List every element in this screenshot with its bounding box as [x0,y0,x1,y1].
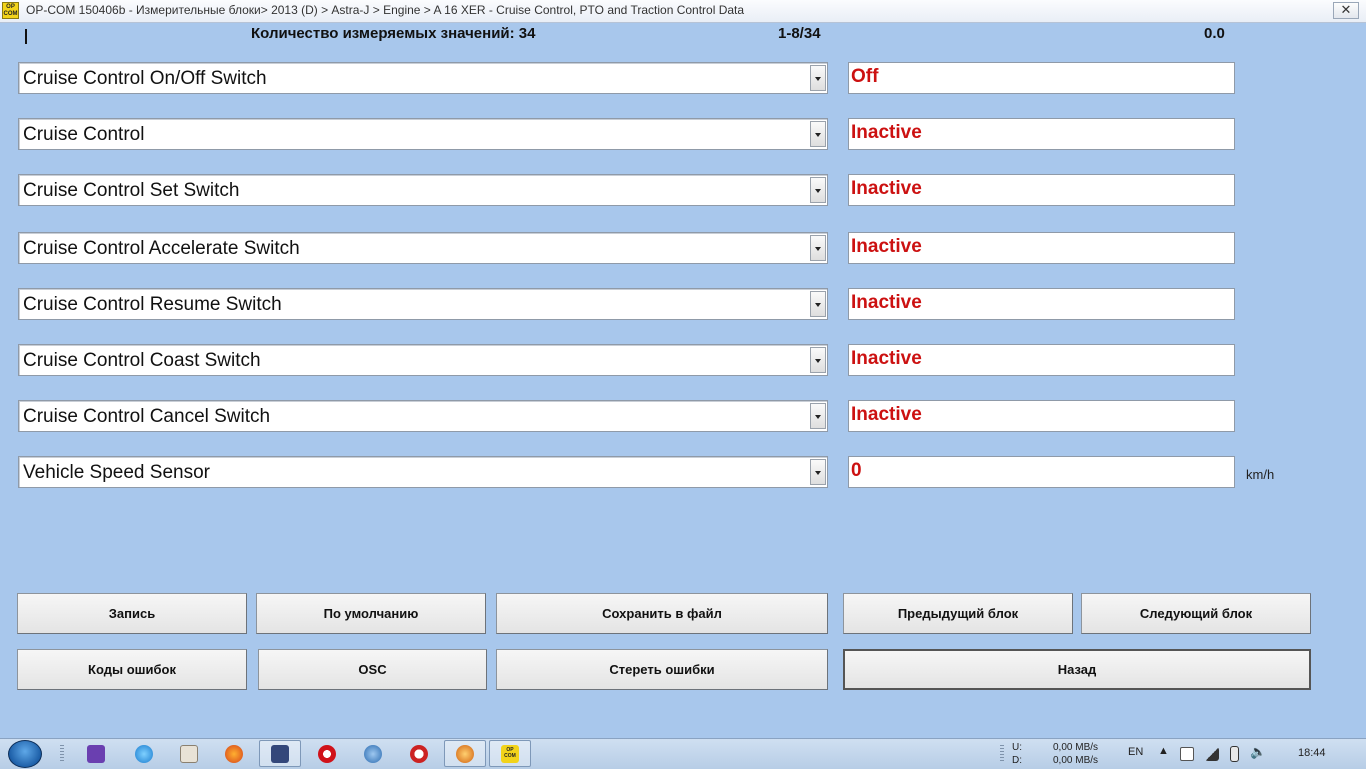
value-text: Inactive [851,178,922,199]
param-select[interactable]: Vehicle Speed Sensor [18,456,828,488]
dropdown-button[interactable] [810,121,826,147]
net-up-label: U: [1012,742,1022,753]
taskbar-grip [60,745,64,763]
taskbar-grip [1000,745,1004,763]
next-block-button[interactable]: Следующий блок [1081,593,1311,634]
param-select[interactable]: Cruise Control Set Switch [18,174,828,206]
taskbar: OP COM U: D: 0,00 MB/s 0,00 MB/s EN ▲ 🔈 … [0,738,1366,769]
net-down-label: D: [1012,755,1022,766]
param-row: Cruise Control Cancel Switch Inactive [0,400,1366,432]
language-indicator[interactable]: EN [1128,746,1143,758]
measured-values-count: Количество измеряемых значений: 34 [251,25,536,42]
value-text: Inactive [851,404,922,425]
battery-icon[interactable] [1230,746,1239,762]
op-com-app-icon: OP COM [2,2,19,19]
param-select[interactable]: Cruise Control Accelerate Switch [18,232,828,264]
windows-start-icon[interactable] [8,740,42,768]
opera-icon[interactable] [318,745,336,763]
window-title: OP-COM 150406b - Измерительные блоки> 20… [26,3,745,17]
clock[interactable]: 18:44 [1298,747,1326,759]
value-text: Inactive [851,348,922,369]
text-cursor [25,29,27,44]
record-button[interactable]: Запись [17,593,247,634]
value-text: Off [851,66,879,87]
param-label: Cruise Control Coast Switch [23,350,261,371]
param-label: Cruise Control Resume Switch [23,294,282,315]
param-label: Cruise Control Cancel Switch [23,406,271,427]
op-com-icon: OP COM [501,745,519,763]
stop-icon[interactable] [410,745,428,763]
dropdown-button[interactable] [810,459,826,485]
param-label: Cruise Control Accelerate Switch [23,238,300,259]
flag-icon[interactable] [1180,747,1194,761]
param-row: Cruise Control Accelerate Switch Inactiv… [0,232,1366,264]
value-field: Inactive [848,232,1235,264]
show-hidden-icons-icon[interactable]: ▲ [1158,745,1169,757]
visual-studio-icon[interactable] [87,745,105,763]
chevron-down-icon [815,303,821,307]
value-field: Inactive [848,118,1235,150]
firefox-icon[interactable] [225,745,243,763]
net-up-speed: 0,00 MB/s [1053,742,1099,753]
param-row: Cruise Control On/Off Switch Off [0,62,1366,94]
page-range: 1-8/34 [778,25,821,42]
param-row: Cruise Control Set Switch Inactive [0,174,1366,206]
internet-explorer-icon[interactable] [135,745,153,763]
value-text: Inactive [851,292,922,313]
param-select[interactable]: Cruise Control On/Off Switch [18,62,828,94]
chevron-down-icon [815,359,821,363]
chevron-down-icon [815,77,821,81]
back-button[interactable]: Назад [843,649,1311,690]
settings-icon [456,745,474,763]
signal-icon[interactable] [1205,747,1219,761]
value-text: Inactive [851,122,922,143]
param-label: Vehicle Speed Sensor [23,462,210,483]
chevron-down-icon [815,415,821,419]
value-field: Off [848,62,1235,94]
param-row: Cruise Control Resume Switch Inactive [0,288,1366,320]
unit-label: km/h [1246,467,1275,482]
value-text: 0 [851,460,862,481]
osc-button[interactable]: OSC [258,649,487,690]
param-label: Cruise Control Set Switch [23,180,240,201]
param-row: Vehicle Speed Sensor 0 km/h [0,456,1366,488]
value-field: 0 [848,456,1235,488]
value-field: Inactive [848,344,1235,376]
param-label: Cruise Control [23,124,145,145]
default-button[interactable]: По умолчанию [256,593,486,634]
param-row: Cruise Control Inactive [0,118,1366,150]
dropdown-button[interactable] [810,347,826,373]
title-bar: OP COM OP-COM 150406b - Измерительные бл… [0,0,1366,23]
speaker-icon[interactable]: 🔈 [1250,744,1266,760]
param-label: Cruise Control On/Off Switch [23,68,267,89]
save-disk-icon [271,745,289,763]
dropdown-button[interactable] [810,291,826,317]
value-field: Inactive [848,400,1235,432]
param-select[interactable]: Cruise Control Cancel Switch [18,400,828,432]
close-button[interactable]: ✕ [1333,2,1359,19]
dropdown-button[interactable] [810,177,826,203]
param-select[interactable]: Cruise Control [18,118,828,150]
previous-block-button[interactable]: Предыдущий блок [843,593,1073,634]
value-field: Inactive [848,174,1235,206]
header-value: 0.0 [1204,25,1225,42]
value-text: Inactive [851,236,922,257]
error-codes-button[interactable]: Коды ошибок [17,649,247,690]
dropdown-button[interactable] [810,65,826,91]
net-down-speed: 0,00 MB/s [1053,755,1099,766]
param-select[interactable]: Cruise Control Coast Switch [18,344,828,376]
chevron-down-icon [815,471,821,475]
app-icon[interactable] [180,745,198,763]
chevron-down-icon [815,247,821,251]
save-to-file-button[interactable]: Сохранить в файл [496,593,828,634]
param-select[interactable]: Cruise Control Resume Switch [18,288,828,320]
clear-errors-button[interactable]: Стереть ошибки [496,649,828,690]
param-row: Cruise Control Coast Switch Inactive [0,344,1366,376]
network-icon[interactable] [364,745,382,763]
dropdown-button[interactable] [810,235,826,261]
chevron-down-icon [815,133,821,137]
chevron-down-icon [815,189,821,193]
dropdown-button[interactable] [810,403,826,429]
value-field: Inactive [848,288,1235,320]
